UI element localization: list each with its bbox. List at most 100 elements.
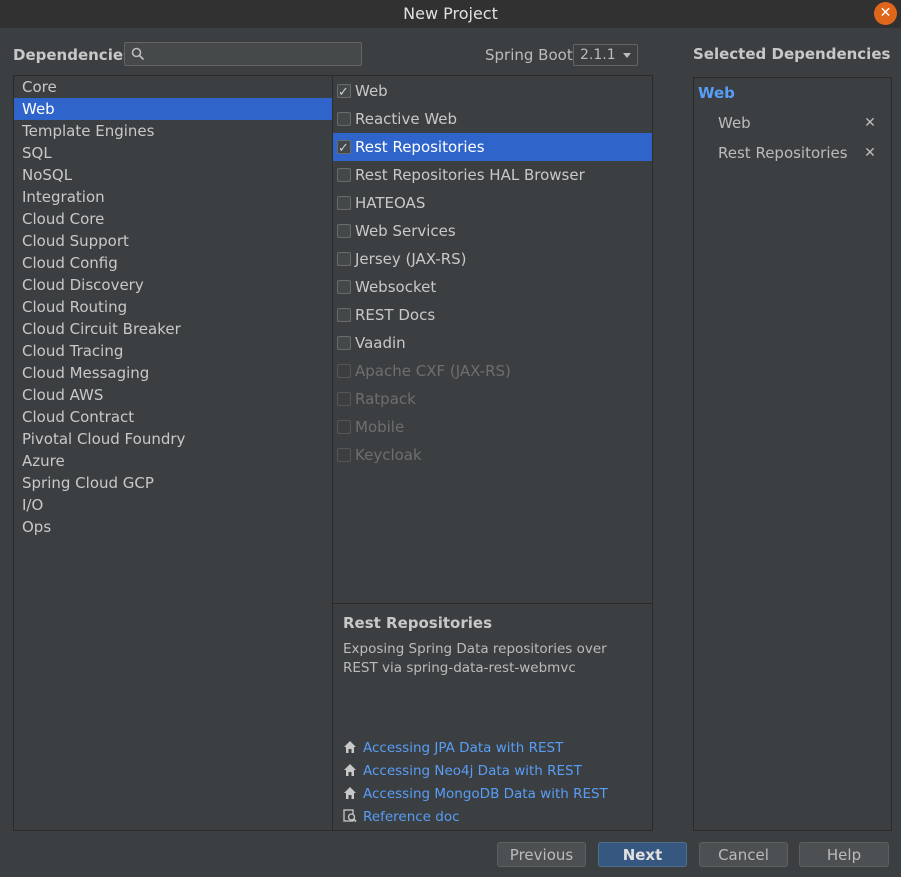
checkmark-icon: ✓ [338, 85, 349, 100]
dependency-label: Websocket [355, 278, 437, 296]
spring-boot-version: 2.1.1 [580, 47, 616, 63]
dependency-label: Mobile [355, 418, 405, 436]
category-item[interactable]: NoSQL [14, 164, 332, 186]
doc-search-icon [343, 809, 363, 825]
selected-dependencies-panel: Web Web ✕ Rest Repositories ✕ [693, 77, 892, 831]
dependency-item: Ratpack [333, 385, 652, 413]
category-item[interactable]: Cloud Contract [14, 406, 332, 428]
guide-link-label: Accessing JPA Data with REST [363, 740, 564, 756]
dependency-item[interactable]: ✓ Rest Repositories [333, 133, 652, 161]
remove-icon[interactable]: ✕ [863, 112, 877, 134]
dependency-item: Keycloak [333, 441, 652, 469]
dependency-label: Web [355, 82, 388, 100]
dependency-checkbox[interactable]: ✓ [337, 84, 351, 100]
previous-button[interactable]: Previous [497, 842, 586, 867]
dependency-checkbox[interactable] [337, 196, 351, 210]
dependency-item[interactable]: Websocket [333, 273, 652, 301]
dependency-label: HATEOAS [355, 194, 426, 212]
category-item[interactable]: Template Engines [14, 120, 332, 142]
close-icon[interactable]: ✕ [874, 2, 897, 25]
home-icon [343, 763, 363, 779]
dependency-checkbox[interactable] [337, 252, 351, 266]
category-item[interactable]: SQL [14, 142, 332, 164]
category-item[interactable]: Cloud Tracing [14, 340, 332, 362]
dependency-checkbox[interactable] [337, 224, 351, 238]
guide-link[interactable]: Reference doc [343, 807, 460, 827]
category-item[interactable]: Pivotal Cloud Foundry [14, 428, 332, 450]
spring-boot-label: Spring Boot [485, 46, 573, 64]
dependency-item[interactable]: REST Docs [333, 301, 652, 329]
home-icon [343, 740, 363, 756]
dependency-checkbox[interactable] [337, 112, 351, 126]
dependency-item[interactable]: Jersey (JAX-RS) [333, 245, 652, 273]
selected-group-label: Web [698, 84, 735, 102]
search-box[interactable] [124, 42, 362, 66]
category-item[interactable]: I/O [14, 494, 332, 516]
spring-boot-version-select[interactable]: 2.1.1 [573, 44, 638, 66]
category-item[interactable]: Cloud Circuit Breaker [14, 318, 332, 340]
dependency-item: Apache CXF (JAX-RS) [333, 357, 652, 385]
guide-link-label: Accessing Neo4j Data with REST [363, 763, 582, 779]
category-item[interactable]: Cloud Support [14, 230, 332, 252]
category-item[interactable]: Cloud Routing [14, 296, 332, 318]
category-item[interactable]: Cloud Messaging [14, 362, 332, 384]
dependency-label: Jersey (JAX-RS) [355, 250, 467, 268]
guide-link-label: Reference doc [363, 809, 460, 825]
help-button[interactable]: Help [799, 842, 889, 867]
category-item[interactable]: Spring Cloud GCP [14, 472, 332, 494]
description-text: Exposing Spring Data repositories over R… [343, 641, 607, 676]
guide-link[interactable]: Accessing JPA Data with REST [343, 738, 563, 758]
guide-link-label: Accessing MongoDB Data with REST [363, 786, 608, 802]
dependency-item[interactable]: Web Services [333, 217, 652, 245]
dependency-label: Reactive Web [355, 110, 458, 128]
dependency-label: Apache CXF (JAX-RS) [355, 362, 511, 380]
category-item[interactable]: Ops [14, 516, 332, 538]
checkmark-icon: ✓ [338, 141, 349, 156]
selected-dependencies-title: Selected Dependencies [693, 45, 891, 63]
dependency-item[interactable]: Rest Repositories HAL Browser [333, 161, 652, 189]
category-item[interactable]: Cloud Discovery [14, 274, 332, 296]
search-input[interactable] [149, 45, 359, 65]
dependency-item[interactable]: HATEOAS [333, 189, 652, 217]
description-panel: Rest Repositories Exposing Spring Data r… [332, 603, 653, 831]
guide-link[interactable]: Accessing Neo4j Data with REST [343, 761, 582, 781]
category-item[interactable]: Azure [14, 450, 332, 472]
dependency-label: Keycloak [355, 446, 422, 464]
search-icon [131, 47, 145, 61]
remove-icon[interactable]: ✕ [863, 142, 877, 164]
dependency-item: Mobile [333, 413, 652, 441]
dependency-checkbox[interactable]: ✓ [337, 140, 351, 156]
cancel-button[interactable]: Cancel [699, 842, 788, 867]
dependency-checkbox [337, 392, 351, 406]
dependency-label: Web Services [355, 222, 456, 240]
dependency-item[interactable]: ✓ Web [333, 77, 652, 105]
dependency-checkbox[interactable] [337, 308, 351, 322]
dependency-label: Ratpack [355, 390, 416, 408]
guide-link[interactable]: Accessing MongoDB Data with REST [343, 784, 608, 804]
dependency-label: REST Docs [355, 306, 436, 324]
category-item[interactable]: Core [14, 76, 332, 98]
chevron-down-icon [623, 53, 631, 58]
dependency-list[interactable]: ✓ Web Reactive Web ✓ Rest Repositories Rest R… [332, 75, 653, 604]
dependency-checkbox[interactable] [337, 168, 351, 182]
dependency-label: Rest Repositories HAL Browser [355, 166, 585, 184]
next-button[interactable]: Next [598, 842, 687, 867]
title-bar: New Project ✕ [0, 0, 901, 28]
category-item[interactable]: Cloud AWS [14, 384, 332, 406]
category-item[interactable]: Cloud Config [14, 252, 332, 274]
dependency-item[interactable]: Reactive Web [333, 105, 652, 133]
dependency-label: Vaadin [355, 334, 406, 352]
category-item[interactable]: Cloud Core [14, 208, 332, 230]
dependency-item[interactable]: Vaadin [333, 329, 652, 357]
dependency-checkbox[interactable] [337, 336, 351, 350]
category-item[interactable]: Integration [14, 186, 332, 208]
window-title: New Project [403, 4, 498, 23]
dependency-checkbox [337, 420, 351, 434]
category-list[interactable]: Core Web Template Engines SQL NoSQL Integrati… [13, 75, 333, 831]
category-item[interactable]: Web [14, 98, 332, 120]
dependency-checkbox[interactable] [337, 280, 351, 294]
dependency-checkbox [337, 364, 351, 378]
dependencies-label: Dependencies [13, 46, 132, 64]
description-title: Rest Repositories [343, 614, 492, 632]
dependency-checkbox [337, 448, 351, 462]
